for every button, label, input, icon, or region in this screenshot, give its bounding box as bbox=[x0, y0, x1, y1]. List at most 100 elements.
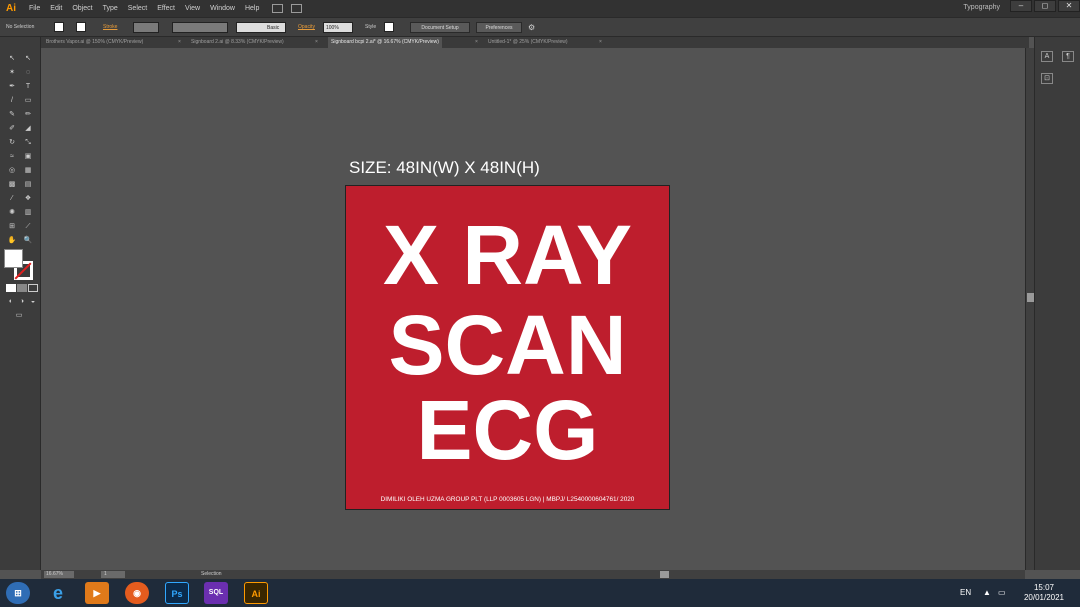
close-button[interactable]: ✕ bbox=[1058, 0, 1080, 12]
signboard-artboard[interactable]: X RAY SCAN ECG DIMILIKI OLEH UZMA GROUP … bbox=[345, 185, 670, 510]
tab-close-icon[interactable]: × bbox=[475, 37, 478, 48]
document-setup-button[interactable]: Document Setup bbox=[410, 22, 470, 33]
none-mode-icon[interactable] bbox=[28, 284, 38, 292]
fill-color-box[interactable] bbox=[4, 249, 23, 268]
artboard-number-field[interactable]: 1 bbox=[101, 571, 125, 578]
sign-text-line-2[interactable]: SCAN bbox=[346, 303, 669, 387]
tab-close-icon[interactable]: × bbox=[599, 37, 602, 48]
rectangle-tool-icon[interactable]: ▭ bbox=[23, 97, 33, 105]
media-player-icon[interactable]: ▶ bbox=[85, 582, 109, 604]
slice-tool-icon[interactable]: ⟋ bbox=[23, 223, 33, 231]
graphic-style-swatch[interactable] bbox=[384, 22, 394, 32]
menu-type[interactable]: Type bbox=[98, 5, 123, 12]
tab-document-1[interactable]: Brothers Vapor.ai @ 150% (CMYK/Preview) bbox=[46, 37, 143, 48]
sql-app-icon[interactable]: SQL bbox=[204, 582, 228, 604]
system-clock[interactable]: 15:07 20/01/2021 bbox=[1024, 583, 1064, 603]
preferences-button[interactable]: Preferences bbox=[476, 22, 522, 33]
internet-explorer-icon[interactable]: e bbox=[46, 582, 70, 604]
fill-swatch[interactable] bbox=[54, 22, 64, 32]
vertical-scroll-thumb[interactable] bbox=[1027, 293, 1034, 302]
direct-selection-tool-icon[interactable]: ↖ bbox=[23, 55, 33, 63]
firefox-icon[interactable]: ◉ bbox=[125, 582, 149, 604]
hand-tool-icon[interactable]: ✋ bbox=[7, 237, 17, 245]
vertical-scrollbar[interactable] bbox=[1025, 48, 1034, 570]
perspective-grid-icon[interactable]: ▦ bbox=[23, 167, 33, 175]
eraser-icon[interactable]: ◢ bbox=[23, 125, 33, 133]
opacity-label[interactable]: Opacity bbox=[298, 22, 315, 33]
workspace-switcher[interactable]: Typography bbox=[963, 4, 1000, 11]
horizontal-scroll-thumb[interactable] bbox=[660, 571, 669, 578]
variable-width-field[interactable] bbox=[172, 22, 228, 33]
pen-tool-icon[interactable]: ✒ bbox=[7, 83, 17, 91]
magic-wand-icon[interactable]: ✶ bbox=[7, 69, 17, 77]
menu-edit[interactable]: Edit bbox=[45, 5, 67, 12]
opentype-panel-icon[interactable]: ⊡ bbox=[1041, 73, 1053, 84]
line-tool-icon[interactable]: / bbox=[7, 97, 17, 105]
mesh-icon[interactable]: ▩ bbox=[7, 181, 17, 189]
illustrator-icon[interactable]: Ai bbox=[244, 582, 268, 604]
menu-file[interactable]: File bbox=[24, 5, 45, 12]
minimize-button[interactable]: – bbox=[1010, 0, 1032, 12]
character-panel-icon[interactable]: A bbox=[1041, 51, 1053, 62]
brush-definition-field[interactable]: Basic bbox=[236, 22, 286, 33]
selection-tool-icon[interactable]: ↖ bbox=[7, 55, 17, 63]
size-label[interactable]: SIZE: 48IN(W) X 48IN(H) bbox=[349, 158, 540, 178]
artboard-tool-icon[interactable]: ⊞ bbox=[7, 223, 17, 231]
free-transform-icon[interactable]: ▣ bbox=[23, 153, 33, 161]
opacity-field[interactable]: 100% bbox=[323, 22, 353, 33]
tray-chevron-icon[interactable]: ▲ bbox=[983, 579, 991, 607]
menu-window[interactable]: Window bbox=[205, 5, 240, 12]
sign-text-line-1[interactable]: X RAY bbox=[346, 213, 669, 297]
stroke-swatch[interactable] bbox=[76, 22, 86, 32]
color-mode-icon[interactable] bbox=[6, 284, 16, 292]
menu-help[interactable]: Help bbox=[240, 5, 264, 12]
sign-footer-text[interactable]: DIMILIKI OLEH UZMA GROUP PLT (LLP 000360… bbox=[346, 496, 669, 503]
symbol-sprayer-icon[interactable]: ✺ bbox=[7, 209, 17, 217]
tab-document-4[interactable]: Untitled-1* @ 25% (CMYK/Preview) bbox=[488, 37, 568, 48]
menu-view[interactable]: View bbox=[180, 5, 205, 12]
current-tool-status[interactable]: Selection bbox=[201, 570, 222, 579]
blob-brush-icon[interactable]: ✐ bbox=[7, 125, 17, 133]
stroke-weight-field[interactable] bbox=[133, 22, 159, 33]
eyedropper-icon[interactable]: ⁄ bbox=[7, 195, 17, 203]
start-button-icon[interactable]: ⊞ bbox=[6, 582, 30, 604]
canvas-area[interactable]: SIZE: 48IN(W) X 48IN(H) X RAY SCAN ECG D… bbox=[41, 48, 1025, 570]
draw-inside-icon[interactable]: ◒ bbox=[28, 298, 38, 306]
photoshop-icon[interactable]: Ps bbox=[165, 582, 189, 604]
zoom-tool-icon[interactable]: 🔍 bbox=[23, 237, 33, 245]
language-indicator[interactable]: EN bbox=[960, 579, 971, 607]
gradient-mode-icon[interactable] bbox=[17, 284, 27, 292]
pencil-icon[interactable]: ✏ bbox=[23, 111, 33, 119]
column-graph-icon[interactable]: ▥ bbox=[23, 209, 33, 217]
sign-text-line-3[interactable]: ECG bbox=[346, 388, 669, 472]
type-tool-icon[interactable]: T bbox=[23, 83, 33, 91]
scale-icon[interactable]: ⤡ bbox=[23, 139, 33, 147]
paragraph-panel-icon[interactable]: ¶ bbox=[1062, 51, 1074, 62]
zoom-level-field[interactable]: 16.67% bbox=[44, 571, 74, 578]
menu-object[interactable]: Object bbox=[67, 5, 97, 12]
horizontal-scrollbar[interactable] bbox=[280, 570, 1025, 579]
screen-mode-icon[interactable]: ▭ bbox=[14, 312, 24, 320]
arrange-documents-icon[interactable] bbox=[291, 4, 303, 13]
menu-effect[interactable]: Effect bbox=[152, 5, 180, 12]
tab-close-icon[interactable]: × bbox=[178, 37, 181, 48]
network-icon[interactable]: ▭ bbox=[998, 579, 1006, 607]
stroke-label[interactable]: Stroke bbox=[103, 22, 117, 33]
options-icon[interactable]: ⚙ bbox=[528, 22, 535, 33]
lasso-icon[interactable]: ◌ bbox=[23, 69, 33, 77]
tab-document-2[interactable]: Signboard 2.ai @ 8.33% (CMYK/Preview) bbox=[191, 37, 284, 48]
blend-icon[interactable]: ❖ bbox=[23, 195, 33, 203]
shape-builder-icon[interactable]: ◎ bbox=[7, 167, 17, 175]
bridge-icon[interactable] bbox=[272, 4, 284, 13]
tab-close-icon[interactable]: × bbox=[315, 37, 318, 48]
tab-document-3[interactable]: Signboard bcpi 2.ai* @ 16.67% (CMYK/Prev… bbox=[328, 37, 442, 48]
warp-icon[interactable]: ≈ bbox=[7, 153, 17, 161]
draw-normal-icon[interactable]: ◐ bbox=[6, 298, 16, 306]
windows-taskbar: ⊞ e ▶ ◉ Ps SQL Ai EN ▲ ▭ 15:07 20/01/202… bbox=[0, 579, 1080, 607]
paintbrush-icon[interactable]: ✎ bbox=[7, 111, 17, 119]
gradient-icon[interactable]: ▤ bbox=[23, 181, 33, 189]
menu-select[interactable]: Select bbox=[123, 5, 152, 12]
restore-button[interactable]: ◻ bbox=[1034, 0, 1056, 12]
rotate-icon[interactable]: ↻ bbox=[7, 139, 17, 147]
draw-behind-icon[interactable]: ◑ bbox=[17, 298, 27, 306]
